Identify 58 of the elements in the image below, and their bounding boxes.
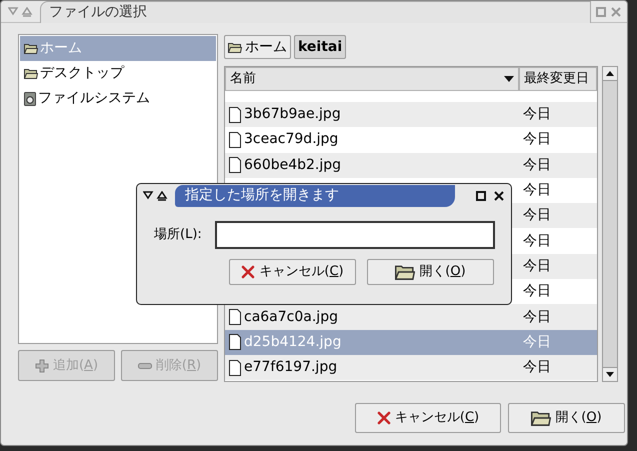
file-name: 3ceac79d.jpg: [244, 130, 338, 150]
minus-icon: [138, 362, 152, 368]
modified-date: 今日: [522, 130, 552, 150]
folder-icon: [531, 410, 552, 426]
modified-date: 今日: [522, 105, 552, 124]
modified-date: 今日: [522, 358, 552, 378]
file-name: d25b4124.jpg: [244, 332, 342, 352]
window-menu-icon[interactable]: [143, 190, 169, 200]
column-header[interactable]: 名前: [225, 67, 519, 91]
modified-date: 今日: [522, 232, 552, 251]
file-icon: [229, 106, 241, 123]
file-icon: [229, 309, 241, 326]
cancel-icon: [241, 265, 256, 279]
cancel-icon: [376, 411, 391, 425]
file-name: 3b67b9ae.jpg: [244, 105, 341, 124]
folder-icon: [395, 264, 416, 280]
scroll-up-icon[interactable]: [606, 71, 614, 76]
path-button[interactable]: keitai: [294, 35, 346, 59]
file-icon: [229, 334, 241, 350]
cancel-button[interactable]: キャンセル(C): [229, 259, 356, 285]
close-icon[interactable]: [494, 190, 504, 200]
plus-icon: [34, 358, 49, 372]
file-icon: [229, 132, 241, 148]
file-name: ca6a7c0a.jpg: [244, 308, 338, 327]
file-row[interactable]: 3b67b9ae.jpg 今日: [225, 102, 597, 128]
drive-icon: [24, 92, 36, 106]
file-row[interactable]: e77f6197.jpg 今日: [225, 354, 597, 380]
folder-icon: [24, 68, 38, 79]
cancel-button[interactable]: キャンセル(C): [355, 403, 501, 433]
modified-date: 今日: [522, 206, 552, 226]
path-button[interactable]: ホーム: [224, 35, 291, 59]
file-icon: [229, 157, 241, 174]
places-item[interactable]: デスクトップ: [20, 61, 216, 86]
folder-icon: [228, 42, 242, 52]
open-button[interactable]: 開く(O): [367, 259, 494, 285]
modified-date: 今日: [522, 181, 552, 200]
scrollbar[interactable]: [602, 66, 618, 382]
file-row[interactable]: ca6a7c0a.jpg 今日: [225, 304, 597, 330]
file-name: e77f6197.jpg: [244, 358, 338, 378]
file-name: 660be4b2.jpg: [244, 156, 342, 175]
scroll-down-icon[interactable]: [606, 372, 614, 377]
places-item[interactable]: ファイルシステム: [20, 86, 216, 111]
window-title: ファイルの選択: [40, 0, 591, 22]
dialog-title: 指定した場所を開きます: [175, 184, 455, 206]
maximize-icon[interactable]: [476, 190, 486, 200]
folder-icon: [24, 43, 38, 54]
modified-date: 今日: [522, 332, 552, 352]
location-field[interactable]: [215, 221, 495, 249]
location-label: 場所(L):: [154, 226, 203, 244]
modified-date: 今日: [522, 256, 552, 276]
modified-date: 今日: [522, 282, 552, 302]
file-icon: [229, 360, 241, 376]
sort-arrow-icon: [504, 76, 514, 82]
column-header[interactable]: 最終変更日: [519, 67, 597, 91]
modified-date: 今日: [522, 156, 552, 175]
modified-date: 今日: [522, 308, 552, 327]
open-button[interactable]: 開く(O): [508, 403, 625, 433]
file-row[interactable]: 660be4b2.jpg 今日: [225, 152, 597, 178]
